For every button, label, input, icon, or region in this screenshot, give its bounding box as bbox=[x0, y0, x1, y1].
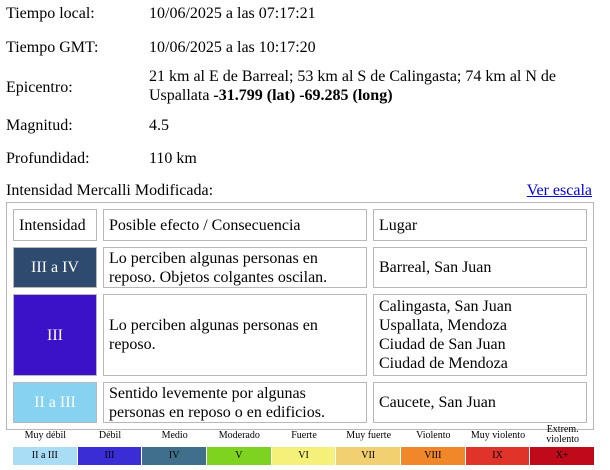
header-lugar: Lugar bbox=[373, 209, 587, 241]
legend-label: Extrem. violento bbox=[546, 424, 580, 445]
legend-labels: Muy débil Débil Medio Moderado Fuerte Muy fue… bbox=[13, 425, 595, 447]
tiempo-local-label: Tiempo local: bbox=[6, 5, 95, 22]
intensity-badge: III a IV bbox=[13, 247, 97, 288]
mercalli-table-body: III a IV Lo perciben algunas personas en … bbox=[13, 247, 587, 423]
tiempo-gmt-value: 10/06/2025 a las 10:17:20 bbox=[149, 39, 316, 56]
legend-label: Medio bbox=[161, 430, 188, 441]
lugar-item: Ciudad de San Juan bbox=[379, 336, 506, 353]
magnitud-label: Magnitud: bbox=[6, 117, 73, 134]
table-header-row: Intensidad Posible efecto / Consecuencia… bbox=[13, 209, 587, 241]
legend-cell: VI bbox=[271, 447, 337, 465]
tiempo-gmt-label: Tiempo GMT: bbox=[6, 39, 99, 56]
profundidad-value: 110 km bbox=[149, 150, 197, 167]
efecto-cell: Lo perciben algunas personas en reposo. bbox=[103, 294, 367, 376]
legend-cell: X+ bbox=[530, 447, 596, 465]
efecto-cell: Lo perciben algunas personas en reposo. … bbox=[103, 247, 367, 288]
lugar-item: Ciudad de Mendoza bbox=[379, 355, 508, 372]
epicentro-long: -69.285 (long) bbox=[299, 87, 393, 104]
ver-escala-link[interactable]: Ver escala bbox=[527, 181, 592, 200]
legend-cell: V bbox=[207, 447, 272, 465]
profundidad-label: Profundidad: bbox=[6, 150, 90, 167]
legend-label: Muy fuerte bbox=[346, 430, 392, 441]
lugar-item: Barreal, San Juan bbox=[379, 259, 492, 276]
intensity-badge: II a III bbox=[13, 382, 97, 423]
epicentro-label: Epicentro: bbox=[6, 79, 73, 96]
magnitud-value: 4.5 bbox=[149, 117, 169, 134]
mercalli-table: Intensidad Posible efecto / Consecuencia… bbox=[6, 202, 594, 430]
epicentro-lat: -31.799 (lat) bbox=[213, 87, 296, 104]
lugar-item: Uspallata, Mendoza bbox=[379, 317, 507, 334]
table-row: III Lo perciben algunas personas en repos… bbox=[13, 294, 587, 376]
intensity-legend: Muy débil Débil Medio Moderado Fuerte Muy fue… bbox=[13, 425, 596, 465]
legend-color-bar: II a III III IV V VI VII VIII IX X+ bbox=[13, 447, 596, 465]
mercalli-heading: Intensidad Mercalli Modificada: bbox=[6, 182, 214, 199]
legend-cell: IV bbox=[142, 447, 208, 465]
epicentro-value: 21 km al E de Barreal; 53 km al S de Cal… bbox=[149, 67, 599, 105]
legend-label: Muy débil bbox=[24, 430, 67, 441]
legend-label: Débil bbox=[98, 430, 122, 441]
header-intensidad: Intensidad bbox=[13, 209, 97, 241]
legend-cell: VII bbox=[336, 447, 402, 465]
table-row: II a III Sentido levemente por algunas pe… bbox=[13, 382, 587, 423]
legend-cell: VIII bbox=[401, 447, 466, 465]
legend-label: Moderado bbox=[218, 430, 260, 441]
lugar-item: Calingasta, San Juan bbox=[379, 298, 512, 315]
legend-label: Muy violento bbox=[470, 430, 526, 441]
table-row: III a IV Lo perciben algunas personas en … bbox=[13, 247, 587, 288]
efecto-cell: Sentido levemente por algunas personas e… bbox=[103, 382, 367, 423]
header-efecto: Posible efecto / Consecuencia bbox=[103, 209, 367, 241]
legend-cell: III bbox=[77, 447, 143, 465]
legend-label: Violento bbox=[416, 430, 451, 441]
lugar-cell: Calingasta, San Juan Uspallata, Mendoza Ci… bbox=[373, 294, 587, 376]
intensity-badge: III bbox=[13, 294, 97, 376]
lugar-cell: Caucete, San Juan bbox=[373, 382, 587, 423]
tiempo-local-value: 10/06/2025 a las 07:17:21 bbox=[149, 5, 316, 22]
legend-label: Fuerte bbox=[291, 430, 317, 441]
lugar-cell: Barreal, San Juan bbox=[373, 247, 587, 288]
lugar-item: Caucete, San Juan bbox=[379, 394, 496, 411]
legend-cell: IX bbox=[465, 447, 531, 465]
legend-cell: II a III bbox=[13, 447, 78, 465]
